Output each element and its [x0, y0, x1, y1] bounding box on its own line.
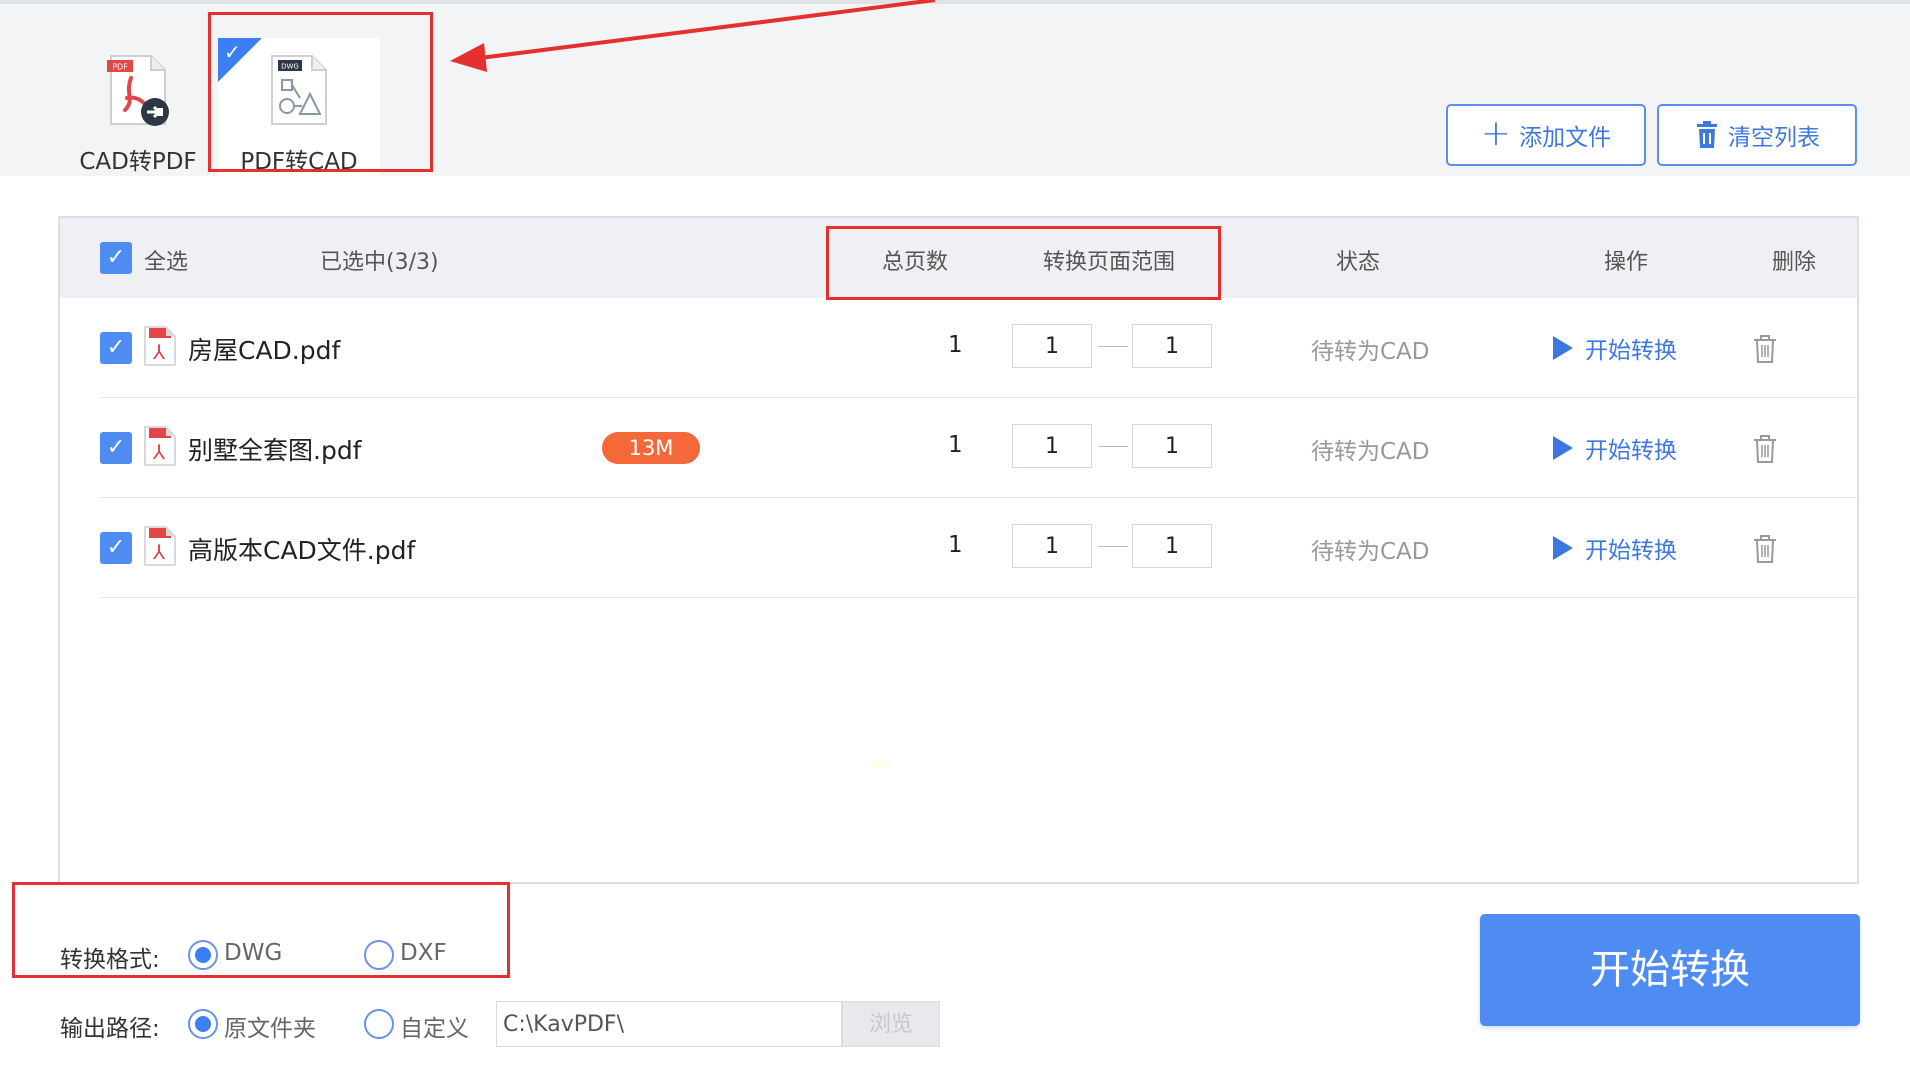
output-original-radio[interactable]	[188, 1009, 218, 1039]
format-dwg-label: DWG	[224, 940, 283, 966]
range-from-input[interactable]	[1012, 324, 1092, 368]
tab-pdf-to-cad[interactable]: ✓ DWG PDF转CAD	[218, 38, 380, 178]
browse-button[interactable]: 浏览	[842, 1001, 940, 1047]
cad-to-pdf-icon: PDF	[107, 55, 169, 126]
table-row: ✓ ⅄ 高版本CAD文件.pdf 1 待转为CAD 开始转换	[100, 498, 1857, 598]
add-file-button[interactable]: + 添加文件	[1446, 104, 1646, 166]
range-separator	[1098, 546, 1128, 547]
add-file-label: 添加文件	[1519, 125, 1612, 151]
select-all-checkbox[interactable]: ✓	[100, 242, 132, 274]
file-name: 房屋CAD.pdf	[188, 336, 341, 365]
header-status: 状态	[1336, 250, 1381, 275]
status-text: 待转为CAD	[1311, 539, 1430, 565]
clear-list-button[interactable]: 清空列表	[1657, 104, 1857, 166]
file-name: 高版本CAD文件.pdf	[188, 536, 416, 565]
file-list-panel: ✓ 全选 已选中(3/3) 总页数 转换页面范围 状态 操作 删除 ✓ ⅄ 房屋…	[58, 216, 1859, 884]
select-all-label: 全选	[144, 250, 189, 275]
format-label: 转换格式:	[60, 947, 160, 973]
output-path-input[interactable]	[496, 1001, 842, 1047]
watermark	[872, 760, 892, 768]
range-from-input[interactable]	[1012, 524, 1092, 568]
pdf-file-icon: ⅄	[144, 526, 176, 566]
range-to-input[interactable]	[1132, 524, 1212, 568]
output-custom-radio[interactable]	[364, 1009, 394, 1039]
plus-icon: +	[1480, 112, 1512, 154]
range-separator	[1098, 446, 1128, 447]
mode-toolbar: PDF CAD转PDF ✓ DWG PDF转CAD + 添加文件 清空列表	[0, 0, 1910, 178]
start-convert-label: 开始转换	[1585, 538, 1677, 564]
start-convert-label: 开始转换	[1585, 438, 1677, 464]
file-name: 别墅全套图.pdf	[188, 436, 362, 465]
format-dxf-label: DXF	[400, 940, 447, 966]
start-convert-link[interactable]: 开始转换	[1553, 331, 1677, 365]
row-checkbox[interactable]: ✓	[100, 332, 132, 364]
play-icon	[1553, 436, 1573, 460]
play-icon	[1553, 336, 1573, 360]
page-count: 1	[948, 332, 963, 358]
status-text: 待转为CAD	[1311, 439, 1430, 465]
row-checkbox[interactable]: ✓	[100, 532, 132, 564]
clear-list-label: 清空列表	[1728, 125, 1820, 151]
header-action: 操作	[1604, 250, 1649, 275]
header-delete: 删除	[1772, 250, 1817, 275]
start-convert-link[interactable]: 开始转换	[1553, 531, 1677, 565]
pdf-file-icon: ⅄	[144, 326, 176, 366]
table-row: ✓ ⅄ 房屋CAD.pdf 1 待转为CAD 开始转换	[100, 298, 1857, 398]
delete-row-icon[interactable]	[1752, 534, 1778, 564]
range-separator	[1098, 346, 1128, 347]
range-to-input[interactable]	[1132, 424, 1212, 468]
format-dwg-radio[interactable]	[188, 940, 218, 970]
table-header: ✓ 全选 已选中(3/3) 总页数 转换页面范围 状态 操作 删除	[60, 218, 1857, 298]
checkmark-icon: ✓	[224, 40, 241, 64]
selected-count: 已选中(3/3)	[320, 250, 439, 275]
start-convert-button[interactable]: 开始转换	[1480, 914, 1860, 1026]
play-icon	[1553, 536, 1573, 560]
table-row: ✓ ⅄ 别墅全套图.pdf 13M 1 待转为CAD 开始转换	[100, 398, 1857, 498]
pdf-file-icon: ⅄	[144, 426, 176, 466]
trash-icon	[1697, 121, 1717, 148]
output-custom-label: 自定义	[400, 1016, 469, 1042]
format-dxf-radio[interactable]	[364, 940, 394, 970]
range-from-input[interactable]	[1012, 424, 1092, 468]
header-page-range: 转换页面范围	[1043, 250, 1176, 275]
page-count: 1	[948, 532, 963, 558]
start-convert-link[interactable]: 开始转换	[1553, 431, 1677, 465]
tab-cad-to-pdf-label: CAD转PDF	[79, 149, 197, 175]
delete-row-icon[interactable]	[1752, 334, 1778, 364]
svg-text:PDF: PDF	[112, 63, 128, 72]
page-count: 1	[948, 432, 963, 458]
tab-pdf-to-cad-label: PDF转CAD	[240, 149, 358, 175]
output-label: 输出路径:	[60, 1016, 160, 1042]
range-to-input[interactable]	[1132, 324, 1212, 368]
row-checkbox[interactable]: ✓	[100, 432, 132, 464]
file-size-badge: 13M	[602, 432, 700, 464]
svg-text:DWG: DWG	[281, 63, 299, 71]
start-convert-label: 开始转换	[1585, 338, 1677, 364]
status-text: 待转为CAD	[1311, 339, 1430, 365]
pdf-to-cad-icon: DWG	[271, 55, 327, 125]
tab-cad-to-pdf[interactable]: PDF CAD转PDF	[58, 38, 218, 178]
header-total-pages: 总页数	[882, 250, 949, 275]
output-original-label: 原文件夹	[224, 1016, 316, 1042]
delete-row-icon[interactable]	[1752, 434, 1778, 464]
